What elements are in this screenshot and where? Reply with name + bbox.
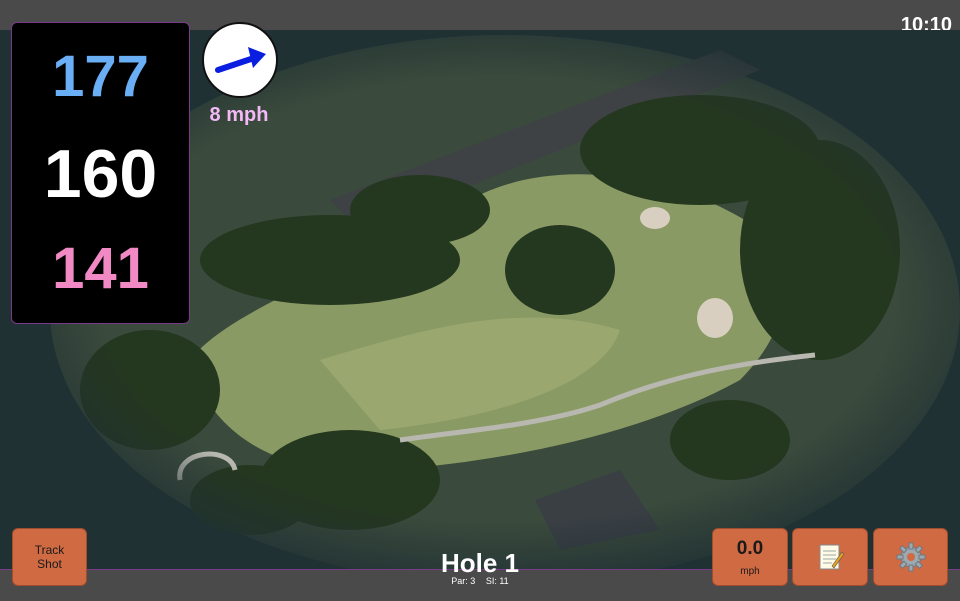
wind-indicator bbox=[202, 22, 278, 98]
settings-button[interactable] bbox=[873, 528, 948, 586]
hole-info: Par: 3 SI: 11 bbox=[380, 576, 580, 586]
speed-button[interactable]: 0.0 mph bbox=[712, 528, 788, 586]
wind-arrow-icon bbox=[215, 47, 266, 73]
track-shot-button[interactable]: Track Shot bbox=[12, 528, 87, 586]
distance-back: 177 bbox=[52, 44, 149, 109]
speed-value: 0.0 bbox=[736, 537, 764, 559]
hole-par: Par: 3 bbox=[451, 576, 476, 586]
hole-stroke-index: SI: 11 bbox=[485, 576, 509, 586]
hole-title: Hole 1 bbox=[440, 548, 520, 578]
distance-front: 141 bbox=[52, 236, 149, 301]
wind-speed: 8 mph bbox=[209, 104, 269, 126]
gear-icon bbox=[896, 542, 925, 572]
notepad-icon bbox=[819, 544, 845, 570]
track-shot-label: Track Shot bbox=[34, 543, 65, 571]
distance-panel: 177 160 141 bbox=[11, 22, 190, 324]
notes-button[interactable] bbox=[792, 528, 868, 586]
speed-unit: mph bbox=[740, 565, 760, 577]
distance-middle: 160 bbox=[43, 136, 158, 212]
